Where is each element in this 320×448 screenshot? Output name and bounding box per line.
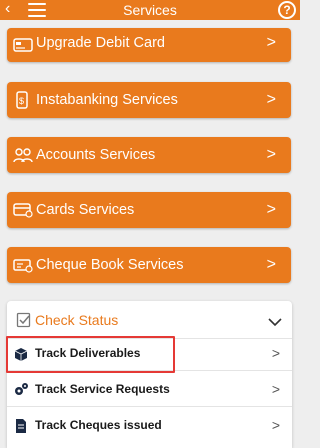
accounts-group-icon — [13, 146, 33, 164]
svg-text:$: $ — [19, 96, 24, 106]
check-status-panel: Check Status Track Deliverables > Track … — [7, 301, 292, 448]
debit-card-icon — [13, 36, 33, 54]
chevron-right-icon: > — [266, 256, 276, 273]
page-title: Services — [123, 2, 177, 18]
app-header: ‹ Services ? — [0, 0, 300, 20]
cards-services-button[interactable]: Cards Services > — [7, 192, 291, 228]
accounts-services-button[interactable]: Accounts Services > — [7, 137, 291, 173]
chevron-right-icon: > — [271, 417, 280, 433]
chevron-right-icon: > — [266, 146, 276, 163]
mobile-banking-icon: $ — [13, 91, 33, 109]
track-cheques-issued-item[interactable]: Track Cheques issued > — [7, 408, 292, 443]
document-icon — [13, 418, 29, 434]
cheque-book-icon — [13, 256, 33, 274]
service-gears-icon — [13, 382, 29, 398]
cards-services-label: Cards Services — [36, 202, 135, 218]
accounts-services-label: Accounts Services — [36, 147, 156, 163]
cards-icon — [13, 201, 33, 219]
check-status-title: Check Status — [35, 312, 119, 328]
cheque-book-services-label: Cheque Book Services — [36, 257, 184, 273]
checklist-icon — [16, 312, 32, 328]
track-service-requests-item[interactable]: Track Service Requests > — [7, 372, 292, 407]
check-status-header[interactable]: Check Status — [7, 301, 292, 339]
upgrade-debit-card-button[interactable]: Upgrade Debit Card > — [7, 28, 291, 62]
selection-highlight — [6, 336, 175, 373]
chevron-right-icon: > — [266, 201, 276, 218]
cheque-book-services-button[interactable]: Cheque Book Services > — [7, 247, 291, 283]
chevron-right-icon: > — [266, 91, 276, 108]
chevron-right-icon: > — [271, 345, 280, 361]
track-service-requests-label: Track Service Requests — [35, 382, 170, 396]
chevron-down-icon[interactable] — [268, 314, 282, 327]
chevron-right-icon: > — [271, 381, 280, 397]
help-icon[interactable]: ? — [278, 1, 296, 19]
chevron-right-icon: > — [266, 34, 276, 51]
instabanking-services-button[interactable]: $ Instabanking Services > — [7, 82, 291, 118]
track-cheques-issued-label: Track Cheques issued — [35, 418, 162, 432]
instabanking-services-label: Instabanking Services — [36, 92, 178, 108]
upgrade-debit-card-label: Upgrade Debit Card — [36, 35, 165, 51]
